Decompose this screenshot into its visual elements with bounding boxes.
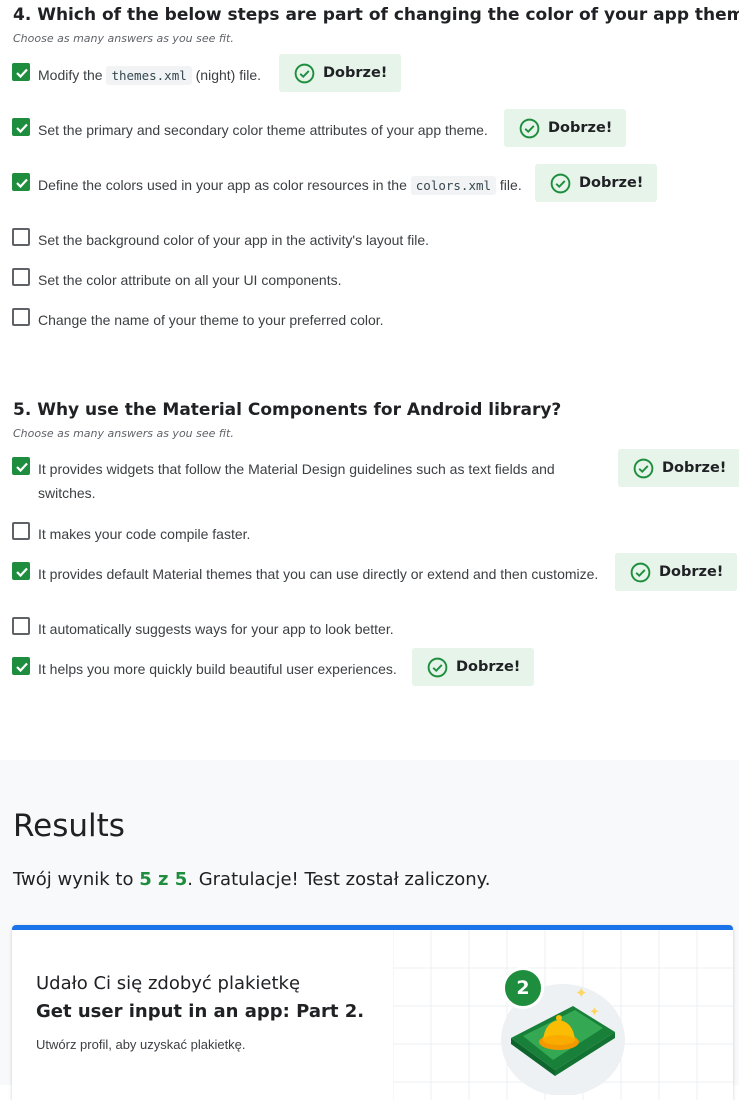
check-circle-icon (294, 63, 315, 83)
score-value: 5 z 5 (139, 869, 188, 890)
option-label: It provides default Material themes that… (38, 566, 599, 582)
checkbox-checked[interactable] (12, 562, 30, 580)
feedback-text: Dobrze! (548, 120, 613, 136)
code-themes-xml: themes.xml (106, 66, 192, 85)
option-label: It makes your code compile faster. (38, 526, 251, 542)
checkbox-unchecked[interactable] (12, 617, 30, 635)
score-text: Twój wynik to 5 z 5. Gratulacje! Test zo… (13, 869, 491, 890)
correct-feedback: Dobrze! (412, 648, 535, 686)
checkbox-checked[interactable] (12, 63, 30, 81)
create-profile-text: Utwórz profil, aby uzyskać plakietkę. (36, 1037, 246, 1052)
question-4-title: 4. Which of the below steps are part of … (13, 5, 739, 25)
checkbox-checked[interactable] (12, 173, 30, 191)
correct-feedback: Dobrze! (618, 449, 739, 487)
question-4-hint: Choose as many answers as you see fit. (13, 32, 234, 45)
checkbox-unchecked[interactable] (12, 228, 30, 246)
option-label: Set the color attribute on all your UI c… (38, 272, 342, 288)
check-circle-icon (550, 173, 571, 193)
checkbox-checked[interactable] (12, 457, 30, 475)
feedback-text: Dobrze! (662, 460, 727, 476)
checkbox-unchecked[interactable] (12, 268, 30, 286)
option-label: Define the colors used in your app as co… (38, 176, 522, 195)
option-label: It provides widgets that follow the Mate… (38, 461, 555, 501)
option-label: Set the background color of your app in … (38, 232, 430, 248)
option-label: It automatically suggests ways for your … (38, 621, 394, 637)
code-colors-xml: colors.xml (410, 176, 497, 195)
option-label: It helps you more quickly build beautifu… (38, 661, 397, 677)
check-circle-icon (630, 562, 651, 582)
correct-feedback: Dobrze! (615, 553, 738, 591)
check-circle-icon (427, 657, 448, 677)
feedback-text: Dobrze! (323, 65, 388, 81)
correct-feedback: Dobrze! (535, 164, 658, 202)
question-5-title: 5. Why use the Material Components for A… (13, 400, 562, 420)
svg-text:✦: ✦ (575, 984, 588, 1002)
feedback-text: Dobrze! (456, 659, 521, 675)
badge-name: Get user input in an app: Part 2. (36, 1001, 365, 1022)
checkbox-checked[interactable] (12, 118, 30, 136)
option-label: Modify the themes.xml (night) file. (38, 66, 261, 85)
feedback-text: Dobrze! (579, 175, 644, 191)
checkbox-unchecked[interactable] (12, 522, 30, 540)
badge-earned-text: Udało Ci się zdobyć plakietkę (36, 973, 301, 994)
badge-card: Udało Ci się zdobyć plakietkę Get user i… (12, 925, 733, 1100)
badge-number: 2 (502, 967, 544, 1009)
results-title: Results (13, 808, 125, 844)
checkbox-unchecked[interactable] (12, 308, 30, 326)
feedback-text: Dobrze! (659, 564, 724, 580)
option-label: Set the primary and secondary color them… (38, 122, 488, 138)
correct-feedback: Dobrze! (504, 109, 627, 147)
checkbox-checked[interactable] (12, 657, 30, 675)
option-label: Change the name of your theme to your pr… (38, 312, 384, 328)
check-circle-icon (519, 118, 540, 138)
question-5-hint: Choose as many answers as you see fit. (13, 427, 234, 440)
check-circle-icon (633, 458, 654, 478)
correct-feedback: Dobrze! (279, 54, 402, 92)
svg-text:✦: ✦ (589, 1005, 600, 1020)
